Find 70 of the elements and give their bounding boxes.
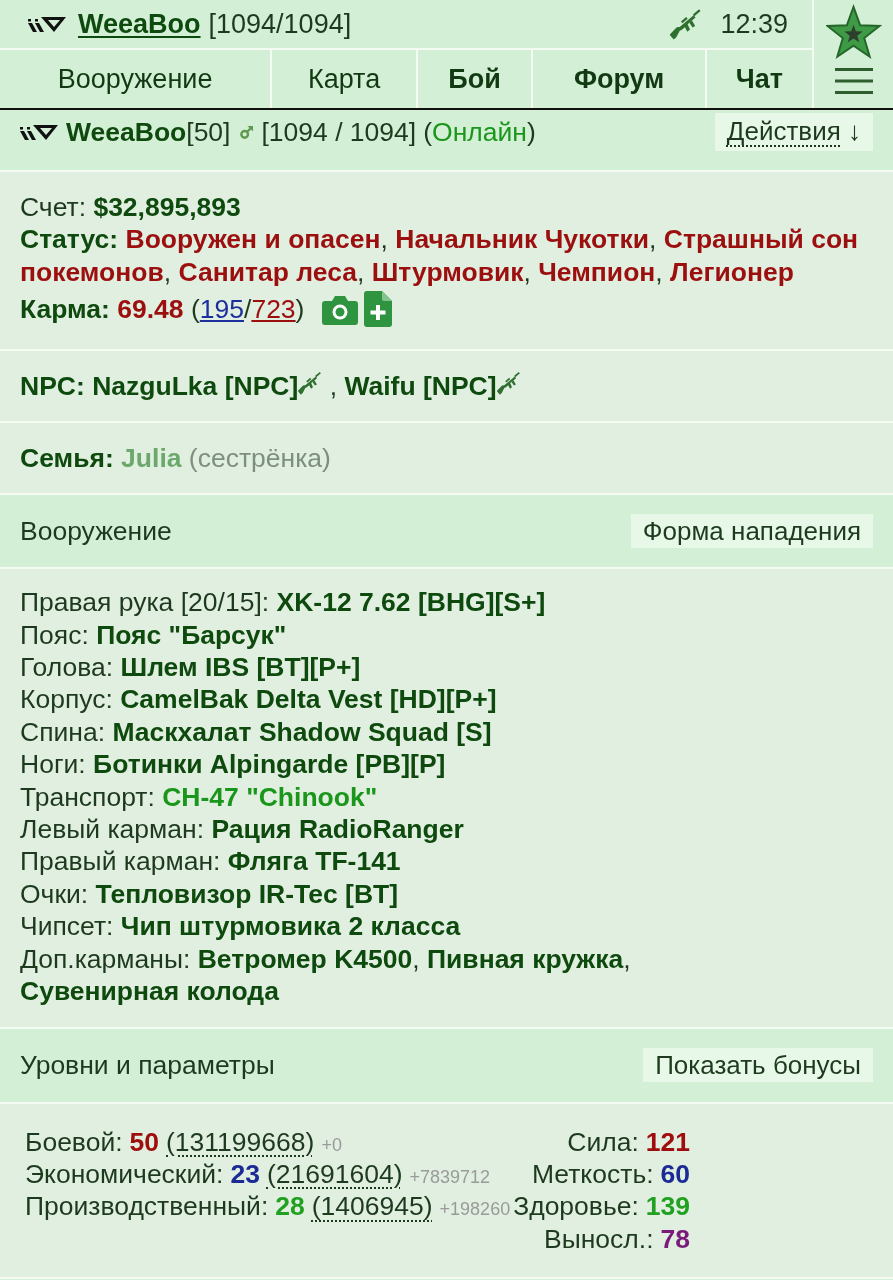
profile-name-link[interactable]: WeeaBoo — [66, 116, 187, 149]
skill-level: 23 — [230, 1158, 260, 1189]
stat-name: Выносл.: — [544, 1223, 654, 1254]
equipment-line: Голова: Шлем IBS [BT][P+] — [20, 651, 362, 684]
equipment-line: Левый карман: Рация RadioRanger — [20, 813, 465, 846]
experience-gain: +198260 — [439, 1199, 511, 1220]
stat-value: 139 — [645, 1191, 691, 1222]
status-text: Статус: Вооружен и опасен, Начальник Чукотки, Страшный сон покемонов, Санитар леса, Штурмовик, Чемпион, Легионер — [20, 223, 860, 289]
attack-form-button[interactable]: Форма нападения — [630, 514, 873, 549]
male-icon — [240, 125, 254, 139]
skill-name: Боевой: — [25, 1126, 123, 1157]
npc-name-link[interactable]: Waifu [NPC] — [344, 371, 497, 401]
experience-text: (21691604) — [266, 1158, 403, 1189]
level-text: [50] — [186, 116, 231, 149]
equipment-line: Пояс: Пояс "Барсук" — [20, 618, 288, 652]
equipment-line: Чипсет: Чип штурмовика 2 класса — [20, 910, 462, 943]
emblem-icon — [20, 123, 58, 141]
stat-value: 121 — [645, 1126, 691, 1157]
section-title: Уровни и параметры — [20, 1048, 275, 1082]
nav-tab[interactable]: Форум — [531, 50, 705, 108]
experience-text: (131199668) — [166, 1126, 315, 1157]
stat-value: 78 — [660, 1223, 691, 1254]
show-bonuses-button[interactable]: Показать бонусы — [643, 1048, 873, 1082]
presence-text: (Онлайн) — [423, 116, 536, 149]
nav-tab[interactable]: Карта — [270, 50, 416, 108]
rifle-icon[interactable] — [670, 8, 703, 40]
star-logo-icon[interactable] — [825, 4, 882, 60]
karma-negative-link[interactable]: 723 — [251, 294, 296, 324]
separator-text: , — [329, 371, 338, 401]
equipment-line: Корпус: CamelBak Delta Vest [HD][P+] — [20, 683, 498, 716]
equipment-line: Правый карман: Фляга TF-141 — [20, 845, 402, 878]
stat-name: Здоровье: — [513, 1191, 639, 1222]
actions-button[interactable]: Действия ↓ — [714, 113, 873, 151]
account-text: Счет: $32,895,893 — [20, 191, 242, 224]
skill-name: Экономический: — [25, 1158, 224, 1189]
user-name-link[interactable]: WeeaBoo — [78, 8, 201, 40]
menu-icon[interactable] — [834, 68, 873, 94]
stat-name: Меткость: — [532, 1158, 654, 1189]
rifle-icon — [496, 371, 521, 395]
nav-tab[interactable]: Вооружение — [0, 50, 271, 108]
skill-level: 50 — [129, 1126, 160, 1157]
karma-text: Карма: 69.48 (195/723) — [20, 293, 305, 326]
health-text: [1094/1094] — [208, 8, 352, 40]
stat-name: Сила: — [567, 1126, 639, 1157]
karma-positive-link[interactable]: 195 — [199, 294, 244, 324]
rifle-icon — [298, 371, 323, 395]
equipment-line: Доп.карманы: Ветромер K4500, Пивная кружка, Сувенирная колода — [20, 942, 632, 1008]
equipment-line: Очки: Тепловизор IR-Tec [BT] — [20, 877, 400, 911]
equipment-line: Транспорт: CH-47 "Chinook" — [20, 780, 379, 814]
equipment-line: Спина: Маскхалат Shadow Squad [S] — [20, 715, 493, 749]
relation-text: (сестрёнка) — [188, 443, 331, 473]
section-title: Вооружение — [20, 515, 172, 548]
equipment-line: Правая рука [20/15]: XK-12 7.62 [BHG][S+] — [20, 586, 547, 619]
equipment-line: Ноги: Ботинки Alpingarde [PB][P] — [20, 748, 447, 781]
health-text: [1094 / 1094] — [261, 116, 417, 149]
experience-text: (1406945) — [311, 1191, 433, 1222]
skill-level: 28 — [275, 1191, 305, 1222]
clock-text: 12:39 — [720, 8, 788, 40]
npc-name-link[interactable]: NazguLka [NPC] — [92, 371, 299, 401]
emblem-icon — [28, 15, 66, 33]
family-label: Семья: — [20, 443, 114, 473]
file-plus-icon[interactable] — [364, 291, 393, 328]
experience-gain: +0 — [321, 1134, 342, 1155]
nav-tab[interactable]: Бой — [415, 50, 532, 108]
experience-gain: +7839712 — [409, 1166, 491, 1187]
npc-label: NPC: — [20, 371, 85, 401]
nav-tab[interactable]: Чат — [704, 50, 812, 108]
stat-value: 60 — [660, 1158, 691, 1189]
skill-name: Производственный: — [25, 1191, 269, 1222]
camera-icon[interactable] — [322, 293, 359, 326]
